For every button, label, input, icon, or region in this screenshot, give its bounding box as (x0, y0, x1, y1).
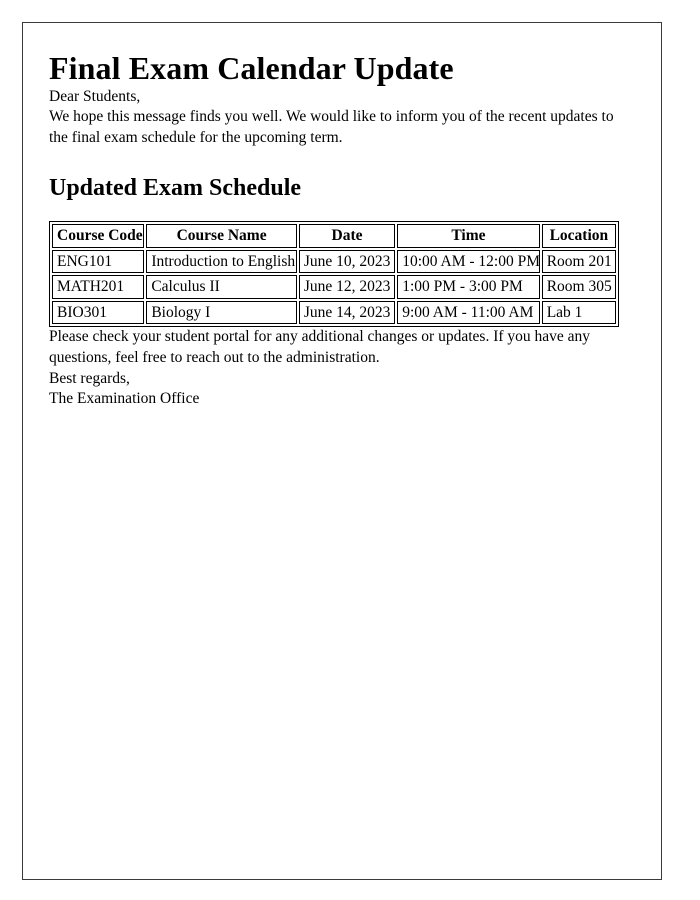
column-header-course-code: Course Code (52, 224, 145, 248)
cell-location: Room 201 (541, 249, 616, 274)
page-title: Final Exam Calendar Update (49, 50, 454, 86)
cell-course-code: MATH201 (52, 275, 145, 299)
table-header-row: Course Code Course Name Date Time Locati… (52, 224, 616, 248)
cell-location: Room 305 (541, 275, 616, 299)
salutation-text: Dear Students, (49, 87, 141, 105)
column-header-date: Date (298, 224, 396, 248)
cell-course-name: Calculus II (146, 275, 297, 299)
document-body: Final Exam Calendar Update Dear Students… (23, 23, 661, 436)
cell-time: 9:00 AM - 11:00 AM (397, 300, 540, 325)
column-header-time: Time (397, 224, 540, 248)
column-header-course-name: Course Name (146, 224, 297, 248)
table-header: Course Code Course Name Date Time Locati… (52, 224, 616, 248)
exam-schedule-table: Course Code Course Name Date Time Locati… (49, 221, 619, 328)
table-row: ENG101 Introduction to English June 10, … (52, 249, 616, 274)
table-body: ENG101 Introduction to English June 10, … (52, 249, 616, 325)
cell-location: Lab 1 (541, 300, 616, 325)
signature-text: The Examination Office (49, 390, 200, 408)
closing-paragraph: Please check your student portal for any… (49, 328, 591, 366)
document-page-frame: Final Exam Calendar Update Dear Students… (22, 22, 662, 880)
cell-time: 10:00 AM - 12:00 PM (397, 249, 540, 274)
table-row: BIO301 Biology I June 14, 2023 9:00 AM -… (52, 300, 616, 325)
section-heading-exam-schedule: Updated Exam Schedule (49, 174, 302, 201)
sign-off-text: Best regards, (49, 369, 130, 387)
cell-course-code: BIO301 (52, 300, 145, 325)
cell-course-name: Introduction to English (146, 249, 297, 274)
cell-time: 1:00 PM - 3:00 PM (397, 275, 540, 299)
cell-course-code: ENG101 (52, 249, 145, 274)
table-row: MATH201 Calculus II June 12, 2023 1:00 P… (52, 275, 616, 299)
intro-paragraph: We hope this message finds you well. We … (49, 108, 614, 147)
cell-date: June 10, 2023 (298, 249, 396, 274)
cell-date: June 12, 2023 (298, 275, 396, 299)
cell-date: June 14, 2023 (298, 300, 396, 325)
column-header-location: Location (541, 224, 616, 248)
cell-course-name: Biology I (146, 300, 297, 325)
